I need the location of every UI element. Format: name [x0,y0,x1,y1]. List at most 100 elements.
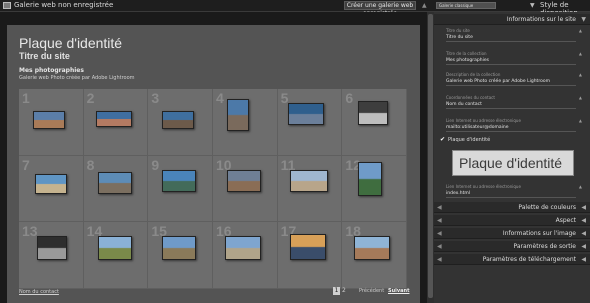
photo-thumbnail[interactable] [162,236,197,261]
site-info-header[interactable]: Informations sur le site ▼ [434,14,590,25]
expand-triangle-icon: ◀ [437,230,442,237]
window-icon [3,2,11,9]
collection-description[interactable]: Galerie web Photo créée par Adobe Lightr… [19,75,135,81]
field-value[interactable]: Nom du contact [446,102,482,107]
photo-thumbnail[interactable] [224,236,261,261]
section-image-info[interactable]: ◀ Informations sur l'image ◀ [434,228,590,239]
field-menu-icon[interactable]: ▲ [579,95,582,100]
thumbnail-cell[interactable]: 9 [148,155,213,223]
field-value[interactable]: Titre du site [446,35,473,40]
next-link[interactable]: Suivant [388,288,409,294]
scrollbar-thumb[interactable] [428,14,433,298]
field-menu-icon[interactable]: ▲ [579,72,582,77]
page-2-link[interactable]: 2 [342,287,346,294]
thumbnail-cell[interactable]: 7 [19,155,84,223]
section-label: Informations sur l'image [502,230,576,237]
field-value[interactable]: Galerie web Photo créée par Adobe Lightr… [446,79,550,84]
thumbnail-cell[interactable]: 6 [342,89,407,156]
thumbnail-cell[interactable]: 5 [277,89,343,156]
thumbnail-cell[interactable]: 4 [212,89,278,156]
checkmark-icon[interactable]: ✔ [440,136,445,143]
expand-triangle-icon: ◀ [581,243,586,250]
field-label: Titre de la collection [446,51,487,56]
thumbnail-cell[interactable]: 10 [212,155,278,223]
identity-plate-title[interactable]: Plaque d'identité [19,35,122,51]
expand-triangle-icon: ◀ [581,256,586,263]
thumbnail-number: 2 [86,90,95,106]
thumbnail-cell[interactable]: 18 [342,222,407,289]
thumbnail-number: 4 [215,90,224,106]
gallery-style-select[interactable]: Galerie classique [436,2,496,9]
thumbnail-cell[interactable]: 17 [277,222,343,289]
photo-thumbnail[interactable] [289,234,326,261]
thumbnail-cell[interactable]: 15 [148,222,213,289]
thumbnail-cell[interactable]: 2 [83,89,149,156]
window-title: Galerie web non enregistrée [14,1,114,9]
thumbnail-number: 6 [345,90,354,106]
expand-triangle-icon: ◀ [437,243,442,250]
photo-thumbnail[interactable] [35,173,67,194]
section-output-settings[interactable]: ◀ Paramètres de sortie ◀ [434,241,590,252]
page-1-button[interactable]: 1 [333,287,340,295]
expand-triangle-icon: ◀ [437,256,442,263]
thumbnail-grid: 1 2 3 4 5 6 7 8 9 10 11 12 13 14 15 16 17 18 [19,89,407,289]
collection-title[interactable]: Mes photographies [19,67,84,74]
field-menu-icon[interactable]: ▲ [579,51,582,56]
photo-thumbnail[interactable] [358,161,383,196]
collapse-triangle-icon: ▼ [581,16,586,23]
field-label: Coordonnées du contact [446,95,495,100]
thumbnail-cell[interactable]: 13 [19,222,84,289]
identity-plate-text: Plaque d'identité [459,155,563,171]
section-upload-settings[interactable]: ◀ Paramètres de téléchargement ◀ [434,254,590,265]
create-saved-gallery-button[interactable]: Créer une galerie web enregistrée [344,1,416,17]
thumbnail-cell[interactable]: 16 [212,222,278,289]
section-label: Paramètres de téléchargement [482,256,576,263]
photo-thumbnail[interactable] [97,171,132,194]
thumbnail-cell[interactable]: 12 [342,155,407,223]
photo-thumbnail[interactable] [95,111,132,127]
photo-thumbnail[interactable] [33,111,65,129]
photo-thumbnail[interactable] [354,236,391,261]
section-label: Aspect [555,217,576,224]
thumbnail-number: 8 [86,156,95,173]
field-menu-icon[interactable]: ▲ [579,28,582,33]
thumbnail-number: 1 [22,90,30,106]
thumbnail-cell[interactable]: 11 [277,155,343,223]
thumbnail-number: 7 [22,156,30,173]
identity-plate-preview[interactable]: Plaque d'identité [452,150,574,176]
field-menu-icon[interactable]: ▲ [579,118,582,123]
expand-triangle-icon: ◀ [581,230,586,237]
photo-thumbnail[interactable] [37,236,67,261]
field-value[interactable]: mailto:utilisateur@domaine [446,125,509,130]
thumbnail-number: 9 [151,156,160,173]
photo-thumbnail[interactable] [226,169,261,192]
preview-scrollbar[interactable] [427,12,434,303]
contact-link[interactable]: Nom du contact [19,289,59,295]
photo-thumbnail[interactable] [162,111,195,129]
photo-thumbnail[interactable] [358,101,389,125]
site-title[interactable]: Titre du site [19,51,70,61]
thumbnail-cell[interactable]: 8 [83,155,149,223]
field-label: Lien Internet ou adresse électronique [446,184,521,189]
thumbnail-cell[interactable]: 3 [148,89,213,156]
photo-thumbnail[interactable] [287,103,324,125]
expand-triangle-icon: ◀ [581,217,586,224]
photo-thumbnail[interactable] [97,236,132,261]
collapse-triangle-icon[interactable]: ▼ [530,2,535,9]
thumbnail-cell[interactable]: 14 [83,222,149,289]
field-menu-icon[interactable]: ▲ [579,184,582,189]
section-label: Paramètres de sortie [513,243,577,250]
field-value[interactable]: Mes photographies [446,58,489,63]
section-appearance[interactable]: ◀ Aspect ◀ [434,215,590,226]
photo-thumbnail[interactable] [162,169,197,192]
expand-triangle-icon: ◀ [437,217,442,224]
photo-thumbnail[interactable] [226,99,249,131]
section-color-palette[interactable]: ◀ Palette de couleurs ◀ [434,202,590,213]
field-value[interactable]: index.html [446,191,470,196]
photo-thumbnail[interactable] [289,169,328,192]
thumbnail-cell[interactable]: 1 [19,89,84,156]
top-bar: Galerie web non enregistrée Créer une ga… [0,0,590,17]
previous-link[interactable]: Précédent [359,288,384,294]
expand-triangle-icon[interactable]: ▲ [422,2,427,9]
preview-area: Plaque d'identité Titre du site Mes phot… [0,12,427,303]
